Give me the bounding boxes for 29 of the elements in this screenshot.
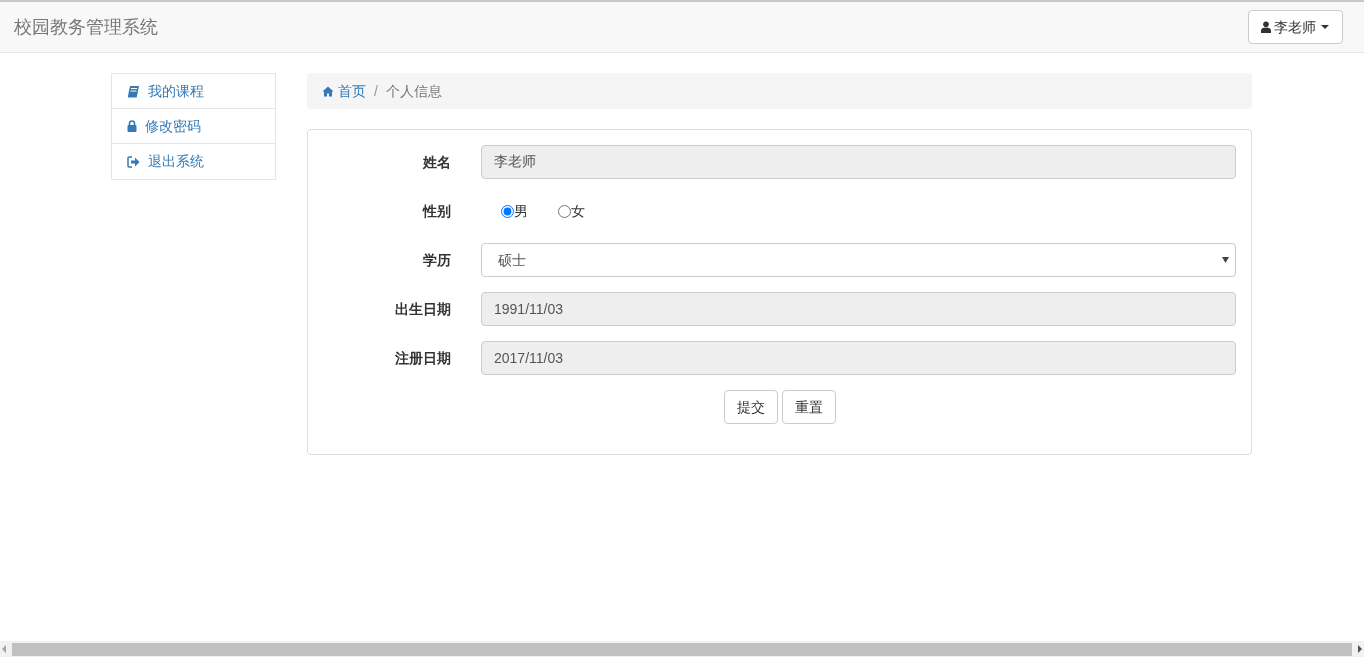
sidebar-link[interactable]: 退出系统	[112, 144, 275, 179]
radio-label: 女	[571, 201, 585, 221]
sign-out-icon	[127, 155, 140, 168]
home-icon	[322, 85, 334, 97]
select-field[interactable]: 硕士	[481, 243, 1236, 277]
brand-title[interactable]: 校园教务管理系统	[14, 13, 158, 41]
book-icon	[127, 84, 140, 98]
breadcrumb-link[interactable]: 首页	[322, 80, 366, 102]
caret-icon	[1321, 24, 1330, 30]
radio-label: 男	[514, 201, 528, 221]
radio-button[interactable]	[558, 204, 571, 218]
sidebar-link[interactable]: 我的课程	[112, 74, 275, 109]
field-label: 学历	[422, 250, 452, 270]
breadcrumb-current: 个人信息	[385, 81, 442, 101]
field-label: 性别	[421, 201, 452, 221]
field-label: 出生日期	[394, 299, 452, 319]
form-button[interactable]: 提交	[723, 390, 778, 424]
scroll-right-icon[interactable]	[1356, 644, 1364, 654]
user-icon	[1261, 21, 1271, 33]
user-menu-button[interactable]: 李老师	[1248, 10, 1343, 44]
breadcrumb-separator: /	[374, 81, 378, 101]
field-label: 姓名	[422, 152, 452, 172]
field-label: 注册日期	[394, 348, 452, 368]
sidebar-link[interactable]: 修改密码	[112, 109, 275, 144]
radio-button[interactable]	[501, 204, 514, 218]
dropdown-caret-icon	[1222, 257, 1229, 263]
lock-icon	[127, 120, 137, 132]
form-button[interactable]: 重置	[781, 390, 836, 424]
scroll-left-icon[interactable]	[0, 644, 8, 654]
